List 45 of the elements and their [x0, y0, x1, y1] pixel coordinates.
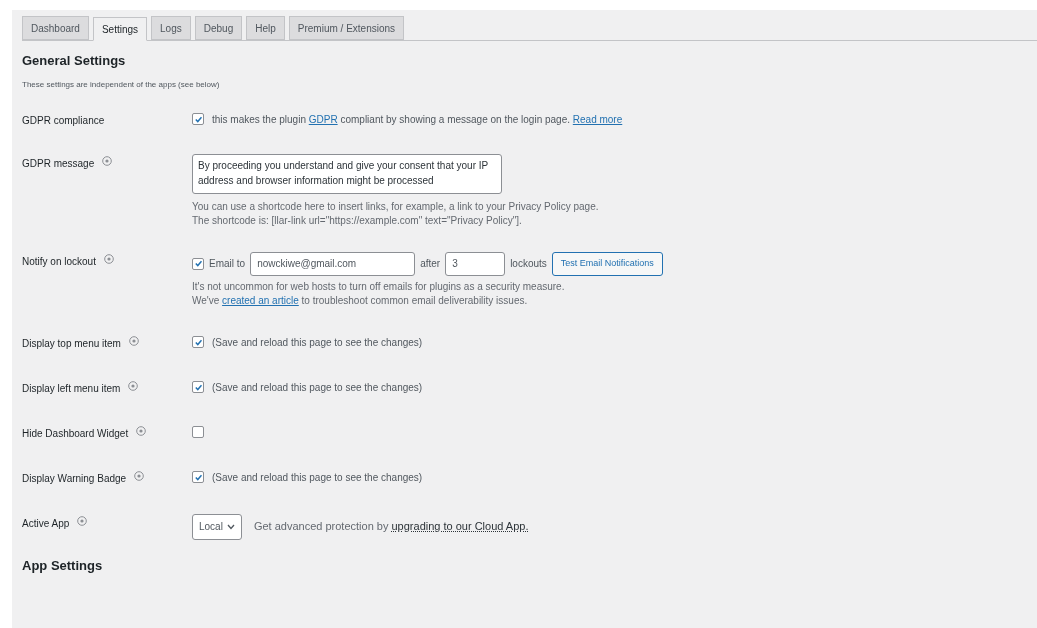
section-heading: General Settings — [22, 52, 127, 70]
article-link[interactable]: created an article — [222, 294, 299, 306]
email-input[interactable]: nowckiwe@gmail.com — [250, 251, 416, 276]
setting-label: Hide Dashboard Widget — [22, 426, 129, 441]
setting-label: GDPR compliance — [22, 113, 105, 128]
tab[interactable]: Dashboard — [22, 16, 89, 40]
field-description: The shortcode is: [llar-link url="https://example.com" text="Privacy Policy"]. — [192, 213, 523, 228]
setting-label: Active App — [22, 516, 70, 531]
checkbox-description: (Save and reload this page to see the changes) — [212, 335, 423, 350]
field-description: You can use a shortcode here to insert links, for example, a link to your Privacy Policy page. — [192, 199, 599, 214]
field-description: It's not uncommon for web hosts to turn off emails for plugins as a security measure. — [192, 279, 566, 294]
tab[interactable]: Help — [246, 16, 285, 40]
test-email-button[interactable]: Test Email Notifications — [551, 251, 663, 276]
section-heading: App Settings — [22, 556, 104, 575]
checkbox[interactable] — [192, 257, 204, 270]
section-description: These settings are independent of the apps (see below) — [22, 78, 221, 91]
read-more-link[interactable]: Read more — [572, 113, 623, 125]
field-description: We've created an article to troubleshoot common email deliverability issues. — [192, 293, 529, 308]
checkbox[interactable] — [192, 113, 204, 125]
setting-label: Notify on lockout — [22, 254, 96, 269]
lockouts-count-input[interactable]: 3 — [445, 251, 506, 276]
tab[interactable]: Settings — [92, 17, 148, 41]
checkbox[interactable] — [192, 471, 204, 483]
checkbox-description: (Save and reload this page to see the changes) — [212, 380, 423, 395]
checkbox[interactable] — [192, 426, 204, 438]
tab[interactable]: Debug — [194, 16, 243, 40]
setting-label: GDPR message — [22, 156, 95, 171]
lockouts-label: lockouts — [510, 257, 547, 271]
tab[interactable]: Logs — [151, 16, 191, 40]
chevron-down-icon — [226, 523, 235, 530]
active-app-select[interactable]: Local — [192, 513, 242, 540]
after-label: after — [420, 257, 441, 271]
setting-label: Display Warning Badge — [22, 471, 127, 486]
gdpr-description: this makes the plugin GDPR compliant by showing a message on the login page. Read more — [212, 112, 623, 127]
checkbox-description: (Save and reload this page to see the changes) — [212, 470, 423, 485]
gdpr-message-textarea[interactable]: By proceeding you understand and give your consent that your IP address and browser information might be processed — [192, 153, 502, 194]
upgrade-link[interactable]: upgrading to our Cloud App. — [391, 520, 529, 533]
tab[interactable]: Premium / Extensions — [288, 16, 405, 40]
setting-label: Display top menu item — [22, 336, 121, 351]
checkbox[interactable] — [192, 381, 204, 393]
upgrade-text: Get advanced protection by upgrading to our Cloud App. — [253, 519, 529, 535]
email-label: Email to — [209, 257, 246, 271]
checkbox[interactable] — [192, 336, 204, 348]
setting-label: Display left menu item — [22, 381, 121, 396]
gdpr-link[interactable]: GDPR — [308, 113, 338, 125]
